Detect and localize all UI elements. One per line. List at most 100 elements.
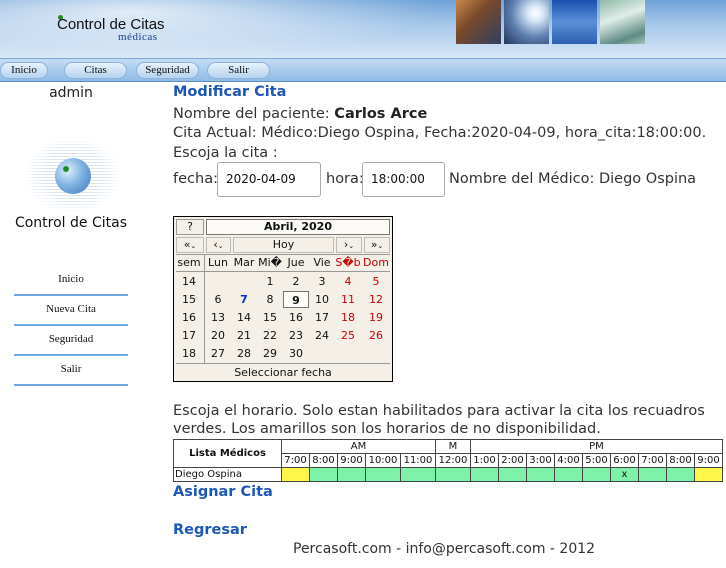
calendar-day[interactable]: 2 <box>283 273 309 290</box>
group-pm: PM <box>470 439 723 454</box>
brand-subtitle: médicas <box>118 31 158 43</box>
hour-header: 8:00 <box>666 453 695 468</box>
calendar-day[interactable]: 16 <box>283 309 309 326</box>
current-user: admin <box>49 85 93 101</box>
calendar-day[interactable]: 17 <box>309 309 335 326</box>
hora-input[interactable]: 18:00:00 <box>362 162 445 197</box>
next-year-button[interactable]: »⌄ <box>364 237 390 253</box>
header-photo-sunset <box>456 0 501 44</box>
available-slot[interactable] <box>400 467 436 482</box>
choose-appointment-label: Escoja la cita : <box>173 145 278 161</box>
back-link[interactable]: Regresar <box>173 522 247 538</box>
calendar-day[interactable]: 21 <box>231 327 257 344</box>
sidebar-item-inicio[interactable]: Inicio <box>14 268 128 296</box>
app-logo <box>27 138 119 212</box>
sidebar-item-nueva-cita[interactable]: Nueva Cita <box>14 298 128 326</box>
calendar-day[interactable]: 10 <box>309 291 335 308</box>
available-slot[interactable] <box>435 467 471 482</box>
nav-seguridad[interactable]: Seguridad <box>136 62 199 79</box>
calendar-day[interactable]: 19 <box>363 309 389 326</box>
sidebar-item-seguridad[interactable]: Seguridad <box>14 328 128 356</box>
calendar-day[interactable]: 12 <box>363 291 389 308</box>
group-m: M <box>435 439 471 454</box>
week-number: 14 <box>182 275 196 288</box>
day-header: Dom <box>363 256 389 269</box>
sidebar-app-title: Control de Citas <box>14 215 128 231</box>
calendar-day[interactable]: 26 <box>363 327 389 344</box>
week-number: 18 <box>182 347 196 360</box>
hora-label: hora: <box>326 171 364 187</box>
sidebar-item-salir[interactable]: Salir <box>14 358 128 386</box>
hour-header: 5:00 <box>582 453 611 468</box>
available-slot[interactable] <box>526 467 555 482</box>
available-slot[interactable] <box>337 467 366 482</box>
calendar-day[interactable]: 7 <box>231 291 257 308</box>
select-date-button[interactable]: Seleccionar fecha <box>176 363 390 380</box>
calendar-help-button[interactable]: ? <box>176 219 204 235</box>
calendar-day[interactable]: 14 <box>231 309 257 326</box>
calendar-day[interactable]: 4 <box>335 273 361 290</box>
available-slot[interactable] <box>666 467 695 482</box>
table-row: Diego Ospina x <box>173 467 723 482</box>
calendar-day[interactable]: 3 <box>309 273 335 290</box>
calendar-day[interactable]: 20 <box>205 327 231 344</box>
day-header: S�b <box>335 256 361 269</box>
doctor-list-header: Lista Médicos <box>173 439 282 468</box>
available-slot[interactable] <box>365 467 401 482</box>
patient-line: Nombre del paciente: Carlos Arce <box>173 106 427 122</box>
available-slot[interactable] <box>309 467 338 482</box>
today-button[interactable]: Hoy <box>233 237 334 253</box>
calendar-day[interactable]: 28 <box>231 345 257 362</box>
nav-salir[interactable]: Salir <box>207 62 270 79</box>
globe-icon <box>55 158 91 194</box>
unavailable-slot <box>694 467 723 482</box>
available-slot[interactable]: x <box>610 467 639 482</box>
hour-header: 6:00 <box>610 453 639 468</box>
hour-header: 8:00 <box>309 453 338 468</box>
available-slot[interactable] <box>498 467 527 482</box>
calendar-day[interactable]: 30 <box>283 345 309 362</box>
patient-label: Nombre del paciente: <box>173 106 335 122</box>
calendar-day[interactable]: 22 <box>257 327 283 344</box>
calendar-day[interactable]: 18 <box>335 309 361 326</box>
calendar-day[interactable]: 11 <box>335 291 361 308</box>
header-photo-lightning <box>504 0 549 44</box>
unavailable-slot <box>281 467 310 482</box>
doctor-name-text: Nombre del Médico: Diego Ospina <box>449 171 697 187</box>
available-slot[interactable] <box>582 467 611 482</box>
doctor-name-cell: Diego Ospina <box>173 467 282 482</box>
hour-header: 9:00 <box>694 453 723 468</box>
week-number: 16 <box>182 311 196 324</box>
week-number: 17 <box>182 329 196 342</box>
calendar-day[interactable]: 25 <box>335 327 361 344</box>
calendar-day[interactable]: 9 <box>283 291 309 308</box>
calendar-day[interactable]: 5 <box>363 273 389 290</box>
day-header: Mi� <box>258 256 282 269</box>
available-slot[interactable] <box>554 467 583 482</box>
hour-header: 12:00 <box>435 453 471 468</box>
calendar-day[interactable]: 23 <box>283 327 309 344</box>
calendar-day[interactable]: 1 <box>257 273 283 290</box>
calendar-day[interactable]: 8 <box>257 291 283 308</box>
calendar-day[interactable]: 15 <box>257 309 283 326</box>
page-footer: Percasoft.com - info@percasoft.com - 201… <box>293 541 596 557</box>
available-slot[interactable] <box>638 467 667 482</box>
hour-header: 2:00 <box>498 453 527 468</box>
hour-header: 1:00 <box>470 453 499 468</box>
calendar-day[interactable]: 6 <box>205 291 231 308</box>
assign-appointment-link[interactable]: Asignar Cita <box>173 484 273 500</box>
dropdown-arrow-icon: ⌄ <box>217 242 224 250</box>
prev-month-button[interactable]: ‹⌄ <box>206 237 231 253</box>
nav-citas[interactable]: Citas <box>64 62 127 79</box>
fecha-input[interactable]: 2020-04-09 <box>217 162 321 197</box>
calendar-day[interactable]: 24 <box>309 327 335 344</box>
prev-year-button[interactable]: «⌄ <box>176 237 204 253</box>
calendar-day[interactable]: 13 <box>205 309 231 326</box>
dropdown-arrow-icon: ⌄ <box>190 242 197 250</box>
available-slot[interactable] <box>470 467 499 482</box>
patient-name: Carlos Arce <box>334 106 428 122</box>
nav-inicio[interactable]: Inicio <box>0 62 48 79</box>
calendar-day[interactable]: 27 <box>205 345 231 362</box>
next-month-button[interactable]: ›⌄ <box>336 237 362 253</box>
calendar-day[interactable]: 29 <box>257 345 283 362</box>
